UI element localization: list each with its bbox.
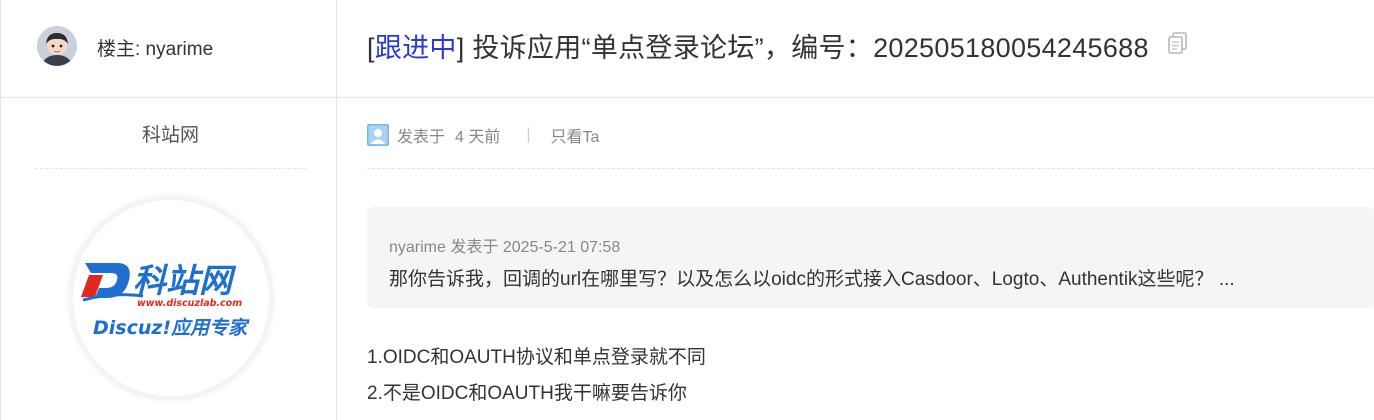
status-bracket-close: ] — [456, 33, 473, 63]
user-avatar-icon — [37, 26, 77, 66]
post-line-2: 2.不是OIDC和OAUTH我干嘛要告诉你 — [367, 383, 687, 404]
only-author-link[interactable]: 只看Ta — [551, 123, 600, 147]
author-avatar[interactable] — [37, 26, 77, 66]
thread-author[interactable]: 楼主: nyarime — [97, 34, 213, 61]
column-divider — [336, 0, 337, 420]
post-meta: 发表于 4 天前 | 只看Ta — [367, 122, 599, 148]
quote-block: nyarime 发表于 2025-5-21 07:58 那你告诉我，回调的url… — [367, 207, 1374, 308]
logo-slogan: Discuz!应用专家 — [93, 317, 250, 339]
post-line-1: 1.OIDC和OAUTH协议和单点登录就不同 — [367, 347, 706, 368]
thread-page: 楼主: nyarime [跟进中] 投诉应用“单点登录论坛”，编号：202505… — [0, 0, 1374, 420]
posted-label: 发表于 — [397, 129, 446, 146]
meta-separator: | — [526, 126, 531, 143]
logo-url-text: www.discuzlab.com — [137, 298, 242, 309]
quote-text: 那你告诉我，回调的url在哪里写？以及怎么以oidc的形式接入Casdoor、L… — [389, 269, 1235, 290]
site-logo[interactable]: 科站网 www.discuzlab.com Discuz!应用专家 — [73, 200, 269, 396]
sidebar-site-name[interactable]: 科站网 — [35, 120, 306, 147]
posted-time: 4 天前 — [455, 129, 501, 146]
status-bracket-open: [ — [367, 33, 375, 63]
thread-title: [跟进中] 投诉应用“单点登录论坛”，编号：202505180054245688 — [367, 26, 1189, 65]
meta-divider — [367, 168, 1374, 169]
author-header: 楼主: nyarime — [1, 0, 336, 97]
default-avatar-icon[interactable] — [367, 124, 389, 146]
copy-icon[interactable] — [1167, 31, 1189, 62]
header-divider — [1, 97, 1374, 98]
quote-meta: nyarime 发表于 2025-5-21 07:58 — [389, 239, 621, 256]
title-text: 投诉应用“单点登录论坛”，编号：202505180054245688 — [472, 33, 1149, 63]
logo-brand-text: 科站网 — [133, 261, 237, 300]
status-link[interactable]: 跟进中 — [375, 33, 457, 63]
discuzlab-logo-icon: 科站网 www.discuzlab.com Discuz!应用专家 — [81, 261, 250, 339]
sidebar-divider — [35, 168, 306, 169]
